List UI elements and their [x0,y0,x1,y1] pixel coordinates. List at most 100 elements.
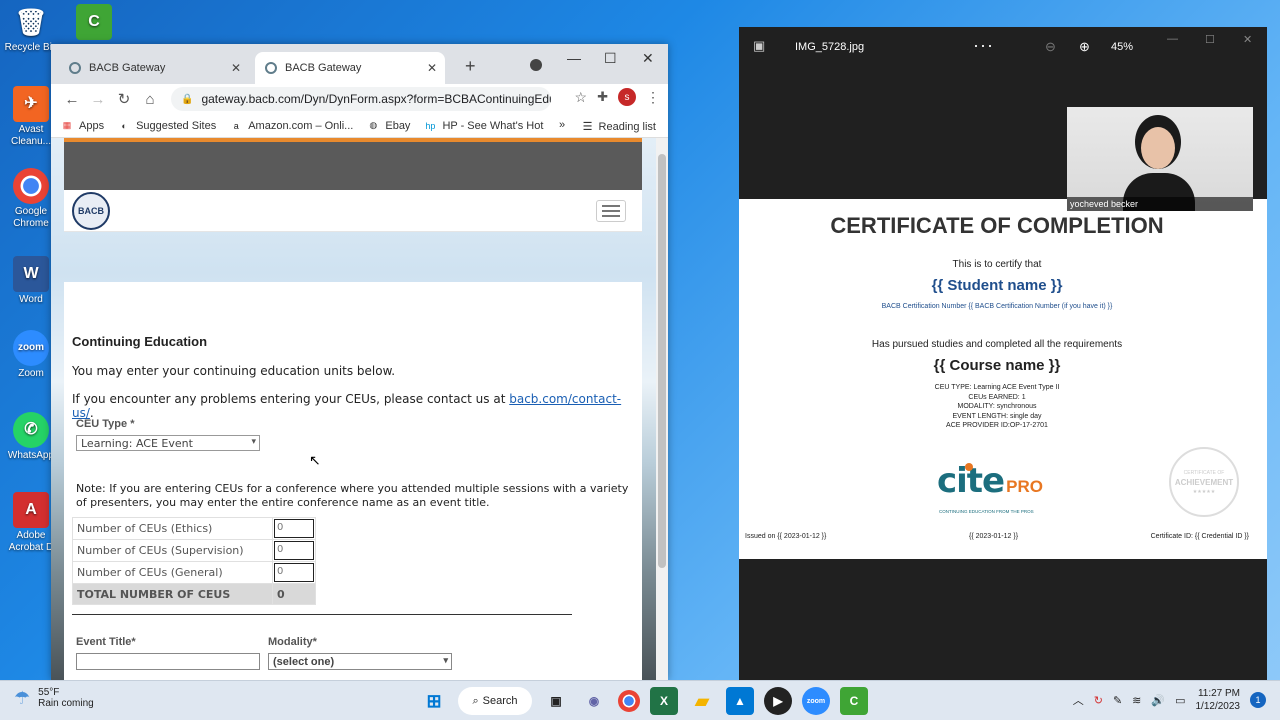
zoom-taskbar-icon[interactable]: zoom [802,687,830,715]
battery-icon[interactable]: ▭ [1175,694,1185,707]
bookmark-hp[interactable]: hp HP - See What's Hot [424,120,543,132]
bookmarks-bar: ▦ Apps ◐ Suggested Sites a Amazon.com – Onl… [51,114,668,138]
scroll-thumb[interactable] [658,154,666,568]
tab-1[interactable]: BACB Gateway ✕ [59,52,249,84]
minimize-icon[interactable]: — [567,50,581,66]
file-name: IMG_5728.jpg [795,41,865,53]
amazon-icon: a [233,120,239,131]
page-scrollbar[interactable] [656,138,668,680]
bookmark-ebay[interactable]: ◍ Ebay [367,120,410,132]
chevron-down-icon: ▾ [251,437,256,447]
ceu-general-label: Number of CEUs (General) [72,561,273,584]
camtasia-taskbar-icon[interactable]: C [840,687,868,715]
course-name: {{ Course name }} [933,357,1061,374]
reading-list[interactable]: ☰ Reading list [583,120,656,134]
minimize-icon[interactable]: — [1167,33,1178,45]
page-title: Continuing Education [72,334,208,349]
maximize-icon[interactable]: ☐ [1205,33,1215,46]
divider [72,614,572,615]
windows-start-icon[interactable]: ⊞ [420,687,448,715]
media-player-icon[interactable]: ▶ [764,687,792,715]
ceu-supervision-input[interactable]: 0 [274,541,314,560]
back-icon[interactable]: ← [59,91,85,108]
apps-grid-icon: ▦ [62,120,72,130]
extensions-icon[interactable]: ✚ [597,89,608,105]
new-tab-icon[interactable]: + [465,56,476,77]
pen-icon[interactable]: ✎ [1113,694,1122,707]
camtasia-icon[interactable]: C [74,4,114,42]
certificate-id: Certificate ID: {{ Credential ID }} [1150,533,1249,540]
file-explorer-icon[interactable]: ▰ [688,687,716,715]
menu-icon[interactable]: ⋮ [646,89,660,106]
bookmark-suggested-sites[interactable]: ◐ Suggested Sites [118,120,216,132]
zoom-out-icon[interactable]: ⊖ [1045,39,1056,55]
achievement-seal: CERTIFICATE OF ACHIEVEMENT ★★★★★ [1169,447,1239,517]
globe-icon: ◍ [369,120,378,130]
home-icon[interactable]: ⌂ [137,91,163,108]
mouse-cursor-icon: ↖ [309,452,321,468]
chevron-up-icon[interactable]: ︿ [1073,692,1084,708]
contact-text: If you encounter any problems entering y… [72,392,622,420]
page-viewport: BACB Continuing Education You may enter … [51,138,668,680]
bookmark-apps[interactable]: ▦ Apps [61,120,104,132]
pursued-text: Has pursued studies and completed all th… [871,339,1123,350]
bookmark-amazon[interactable]: a Amazon.com – Onli... [230,120,354,132]
ceu-table: Number of CEUs (Ethics) 0 Number of CEUs… [72,517,316,605]
stars-icon: ★★★★★ [1192,488,1216,495]
close-tab-icon[interactable]: ✕ [231,61,241,75]
system-tray: ︿ ↻ ✎ ≋ 🔊 ▭ 11:27 PM 1/12/2023 1 [1073,687,1266,713]
forward-icon[interactable]: → [85,91,111,108]
total-label: TOTAL NUMBER OF CEUS [72,583,273,605]
zoom-in-icon[interactable]: ⊕ [1079,39,1090,55]
globe-icon [69,62,81,74]
close-window-icon[interactable]: ✕ [642,50,654,67]
photos-icon[interactable]: ▲ [726,687,754,715]
viewer-toolbar: ▣ IMG_5728.jpg ··· ⊖ ⊕ 45% — ☐ ✕ [739,27,1267,65]
signature-date: {{ 2023-01-12 }} [969,533,1019,540]
table-row: Number of CEUs (Supervision) 0 [72,539,316,562]
globe-icon [265,62,277,74]
participant-head [1141,127,1175,169]
maximize-icon[interactable]: ☐ [604,50,617,67]
taskbar: ☂ 55°F Rain coming ⊞ ⌕ Search ▣ ◉ X ▰ ▲ ▶… [0,680,1280,720]
clock[interactable]: 11:27 PM 1/12/2023 [1196,687,1241,713]
close-window-icon[interactable]: ✕ [1243,33,1252,46]
ceu-ethics-input[interactable]: 0 [274,519,314,538]
wifi-icon[interactable]: ≋ [1132,694,1141,707]
more-bookmarks-icon[interactable]: » [559,119,565,131]
star-icon[interactable]: ☆ [575,89,588,106]
tab-2[interactable]: BACB Gateway ✕ [255,52,445,84]
ie-icon: ◐ [121,120,127,131]
rain-cloud-icon: ☂ [14,687,31,708]
modality-select[interactable]: (select one) ▾ [268,653,452,670]
weather-widget[interactable]: ☂ 55°F Rain coming [14,687,94,709]
bacb-number: BACB Certification Number {{ BACB Certif… [881,303,1113,310]
student-name: {{ Student name }} [931,277,1063,294]
tab-search-icon[interactable] [530,59,542,71]
chrome-taskbar-icon[interactable] [618,690,640,712]
hamburger-menu-icon[interactable] [596,200,626,222]
search-button[interactable]: ⌕ Search [458,687,532,715]
table-row: Number of CEUs (General) 0 [72,561,316,584]
excel-icon[interactable]: X [650,687,678,715]
url-bar[interactable]: 🔒 gateway.bacb.com/Dyn/DynForm.aspx?form… [171,87,551,111]
tab-bar: BACB Gateway ✕ BACB Gateway ✕ + — ☐ ✕ [51,44,668,84]
reload-icon[interactable]: ↻ [111,90,137,108]
ceu-general-input[interactable]: 0 [274,563,314,582]
more-options-icon[interactable]: ··· [973,35,994,56]
volume-icon[interactable]: 🔊 [1151,694,1165,707]
notification-badge[interactable]: 1 [1250,692,1266,708]
ceu-type-select[interactable]: Learning: ACE Event ▾ [76,435,260,451]
bacb-logo[interactable]: BACB [72,192,110,230]
photo-viewer-window: ▣ IMG_5728.jpg ··· ⊖ ⊕ 45% — ☐ ✕ CERTIFI… [739,27,1267,680]
ceu-details: CEU TYPE: Learning ACE Event Type II CEU… [934,384,1060,430]
form-panel: Continuing Education You may enter your … [64,282,642,680]
profile-avatar[interactable]: s [618,88,636,106]
lock-icon: 🔒 [181,93,194,105]
sync-icon[interactable]: ↻ [1094,694,1103,707]
video-call-thumbnail[interactable]: yocheved becker [1067,107,1253,211]
teams-chat-icon[interactable]: ◉ [580,687,608,715]
task-view-icon[interactable]: ▣ [542,687,570,715]
event-title-input[interactable] [76,653,260,670]
close-tab-icon[interactable]: ✕ [427,61,437,75]
